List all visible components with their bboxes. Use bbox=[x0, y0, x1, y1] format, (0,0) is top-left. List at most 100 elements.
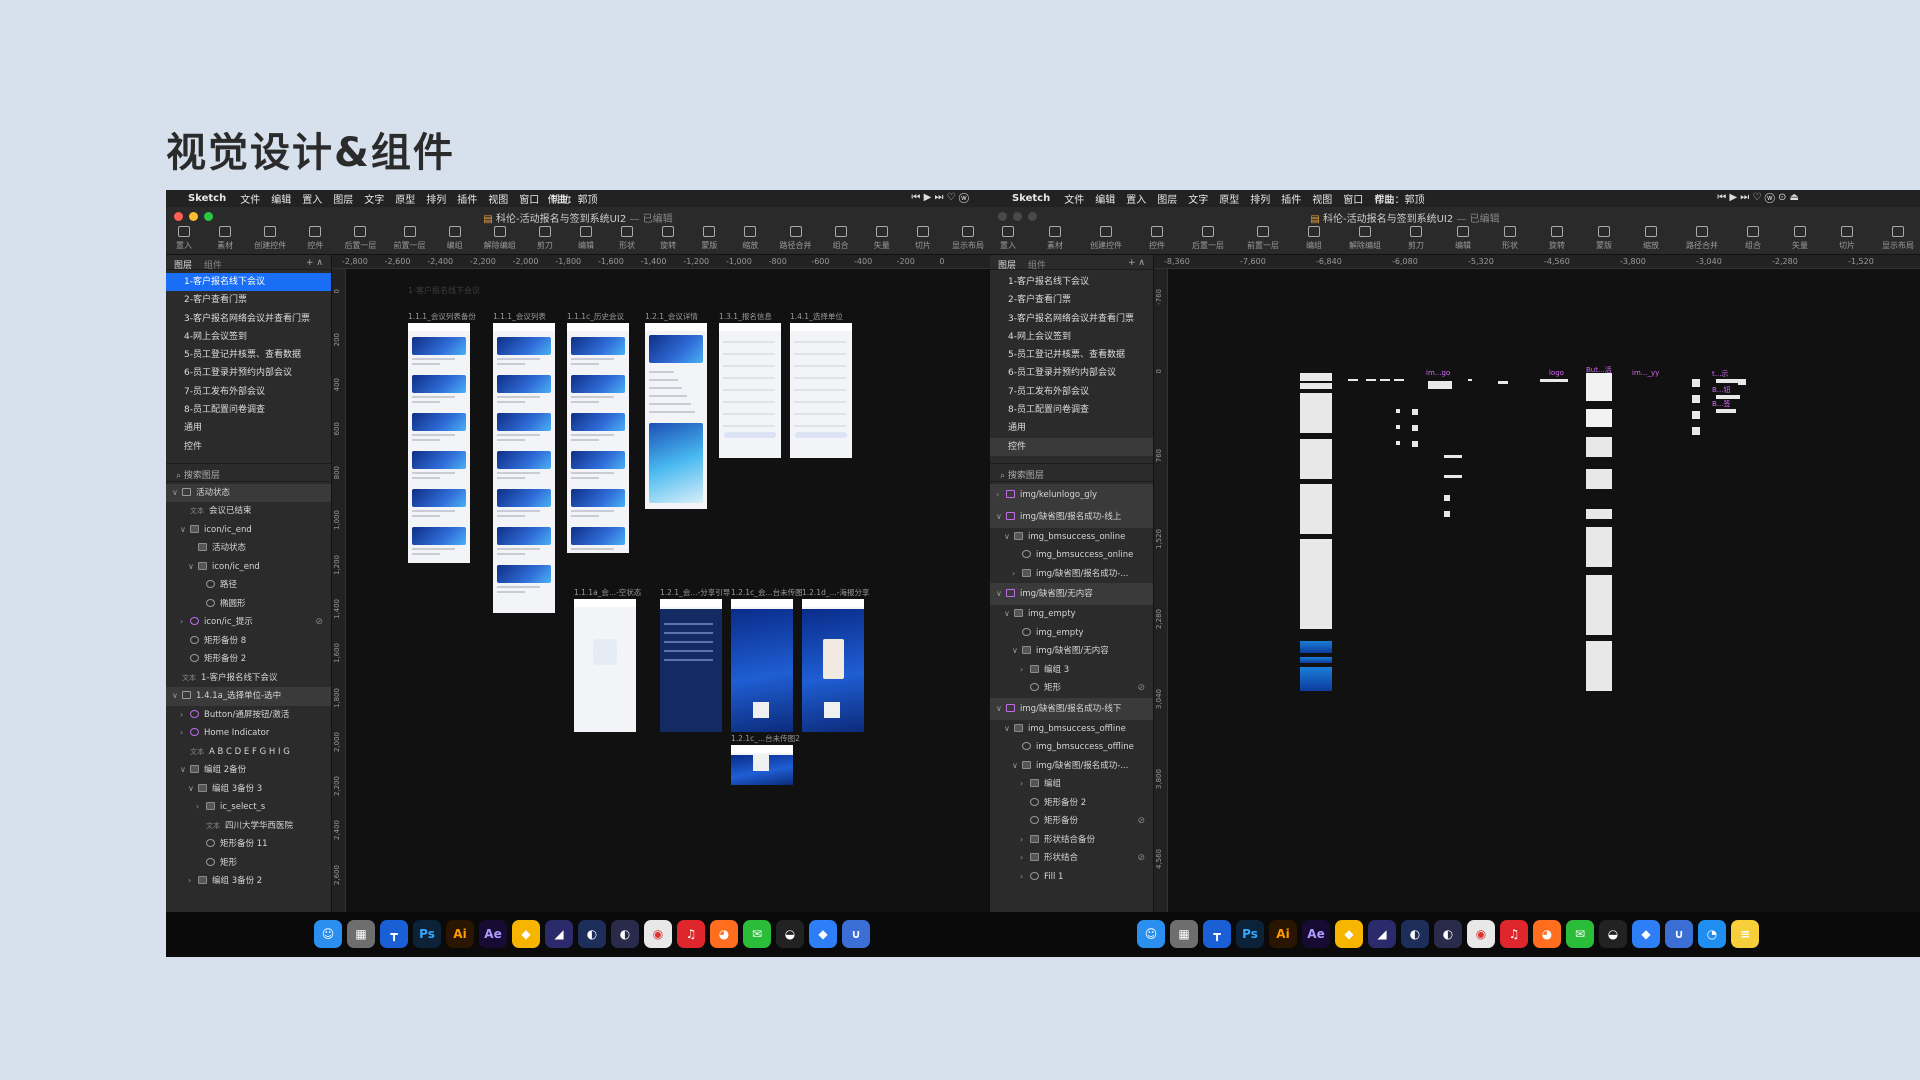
toolbar-tool[interactable]: 缩放 bbox=[1639, 226, 1663, 251]
disclosure-icon[interactable]: ∨ bbox=[1012, 757, 1022, 776]
netease-music-icon[interactable]: ♫ bbox=[1500, 920, 1528, 948]
canvas[interactable]: 1-客户报名线下会议 1.1.1_会议列表备份 1.1.1_会议列表 1.1.1c_… bbox=[346, 269, 990, 957]
layer-row[interactable]: 活动状态 bbox=[166, 539, 331, 558]
toolbar-tool[interactable]: 路径合并 bbox=[780, 226, 812, 251]
menu-item[interactable]: 排列 bbox=[426, 195, 446, 206]
menu-app-name[interactable]: Sketch bbox=[1012, 193, 1050, 204]
disclosure-icon[interactable]: ∨ bbox=[1004, 720, 1014, 739]
menu-item[interactable]: 原型 bbox=[395, 195, 415, 206]
component-thumbnail[interactable] bbox=[1412, 409, 1418, 415]
notes-icon[interactable]: ≡ bbox=[1731, 920, 1759, 948]
layer-row[interactable]: › 形状结合备份 bbox=[990, 831, 1153, 850]
menu-item[interactable]: 窗口 bbox=[519, 195, 539, 206]
after-effects-icon[interactable]: Ae bbox=[1302, 920, 1330, 948]
menu-item[interactable]: 视图 bbox=[1312, 195, 1332, 206]
cinema4d-icon[interactable]: ◐ bbox=[1401, 920, 1429, 948]
toolbar-tool[interactable]: 路径合并 bbox=[1686, 226, 1718, 251]
toolbar-tool[interactable]: 矢量 bbox=[1788, 226, 1812, 251]
disclosure-icon[interactable]: › bbox=[188, 872, 198, 891]
disclosure-icon[interactable]: › bbox=[996, 484, 1006, 506]
component-thumbnail[interactable] bbox=[1586, 437, 1612, 457]
component-thumbnail[interactable] bbox=[1586, 575, 1612, 635]
page-item[interactable]: 1-客户报名线下会议 bbox=[166, 273, 331, 292]
component-thumbnail[interactable] bbox=[1692, 427, 1700, 435]
hidden-eye-icon[interactable]: ⊘ bbox=[1137, 849, 1145, 868]
magnet-icon[interactable]: ∪ bbox=[842, 920, 870, 948]
page-item[interactable]: 2-客户查看门票 bbox=[990, 291, 1153, 309]
layer-row[interactable]: 文本 四川大学华西医院 bbox=[166, 817, 331, 836]
toolbar-tool[interactable]: 切片 bbox=[1835, 226, 1859, 251]
component-thumbnail[interactable] bbox=[1300, 641, 1332, 653]
layer-row[interactable]: img_empty bbox=[990, 624, 1153, 643]
layer-row[interactable]: › icon/ic_提示 ⊘ bbox=[166, 613, 331, 632]
disclosure-icon[interactable]: ∨ bbox=[188, 780, 198, 799]
page-item[interactable]: 7-员工发布外部会议 bbox=[166, 383, 331, 401]
toolbar-tool[interactable]: 解除编组 bbox=[1349, 226, 1381, 251]
toolbar-tool[interactable]: 组合 bbox=[1741, 226, 1765, 251]
artboard[interactable]: 1.2.1_会...-分享引导 bbox=[660, 588, 730, 732]
canvas[interactable]: im...go logo But...活 im..._yy t...示 B...钮 B...… bbox=[1168, 269, 1920, 957]
component-thumbnail[interactable] bbox=[1412, 425, 1418, 431]
component-thumbnail[interactable] bbox=[1300, 484, 1332, 534]
disclosure-icon[interactable]: ∨ bbox=[180, 761, 190, 780]
layer-row[interactable]: ∨ icon/ic_end bbox=[166, 558, 331, 577]
artboard[interactable]: 1.1.1_会议列表备份 bbox=[408, 312, 476, 563]
layer-row[interactable]: ∨ img_bmsuccess_offline bbox=[990, 720, 1153, 739]
layer-row[interactable]: 矩形备份 11 bbox=[166, 835, 331, 854]
component-thumbnail[interactable] bbox=[1428, 381, 1452, 389]
component-thumbnail[interactable] bbox=[1300, 383, 1332, 389]
layer-row[interactable]: 文本 A B C D E F G H I G bbox=[166, 743, 331, 762]
menu-item[interactable]: 帮助 bbox=[550, 195, 570, 206]
component-thumbnail[interactable] bbox=[1586, 469, 1612, 489]
component-thumbnail[interactable] bbox=[1716, 409, 1736, 413]
quicktime-icon[interactable]: ◔ bbox=[1698, 920, 1726, 948]
add-page-icon[interactable]: + ∧ bbox=[306, 258, 323, 268]
layer-row[interactable]: › img/kelunlogo_gly bbox=[990, 483, 1153, 506]
page-item[interactable]: 4-网上会议签到 bbox=[166, 328, 331, 346]
menu-item[interactable]: 文字 bbox=[1188, 195, 1208, 206]
disclosure-icon[interactable]: › bbox=[196, 798, 206, 817]
layer-row[interactable]: › Button/通屏按钮/激活 bbox=[166, 706, 331, 725]
layer-row[interactable]: ∨ icon/ic_end bbox=[166, 521, 331, 540]
page-item[interactable]: 控件 bbox=[990, 437, 1153, 456]
layer-search[interactable]: ⌕ 搜索图层 bbox=[990, 462, 1153, 482]
disclosure-icon[interactable]: › bbox=[1020, 775, 1030, 794]
page-item[interactable]: 通用 bbox=[990, 419, 1153, 437]
menu-item[interactable]: 插件 bbox=[457, 195, 477, 206]
component-thumbnail[interactable] bbox=[1692, 395, 1700, 403]
disclosure-icon[interactable]: › bbox=[1020, 849, 1030, 868]
layer-row[interactable]: 文本 会议已结束 bbox=[166, 502, 331, 521]
menu-item[interactable]: 窗口 bbox=[1343, 195, 1363, 206]
toolbar-tool[interactable]: 旋转 bbox=[1545, 226, 1569, 251]
layer-row[interactable]: ∨ img/缺省图/报名成功-线下 bbox=[990, 697, 1153, 720]
page-item[interactable]: 4-网上会议签到 bbox=[990, 328, 1153, 346]
artboard[interactable]: 1.1.1c_历史会议 bbox=[567, 312, 629, 553]
menu-item[interactable]: 排列 bbox=[1250, 195, 1270, 206]
component-thumbnail[interactable] bbox=[1300, 539, 1332, 589]
finder-icon[interactable]: ☺ bbox=[1137, 920, 1165, 948]
toolbar-tool[interactable]: 素材 bbox=[1043, 226, 1067, 251]
menu-item[interactable]: 编辑 bbox=[271, 195, 291, 206]
artboard[interactable]: 1.1.1a_会...-空状态 bbox=[574, 588, 641, 732]
layer-row[interactable]: 矩形 ⊘ bbox=[990, 679, 1153, 698]
disclosure-icon[interactable]: ∨ bbox=[180, 521, 190, 540]
axure-icon[interactable]: ◢ bbox=[545, 920, 573, 948]
toolbar-tool[interactable]: 显示布局 bbox=[952, 226, 984, 251]
toolbar-tool[interactable]: 组合 bbox=[829, 226, 853, 251]
toolbar-tool[interactable]: 形状 bbox=[615, 226, 639, 251]
component-thumbnail[interactable] bbox=[1300, 393, 1332, 433]
menu-item[interactable]: 图层 bbox=[333, 195, 353, 206]
component-thumbnail[interactable] bbox=[1586, 409, 1612, 427]
component-thumbnail[interactable] bbox=[1348, 379, 1358, 381]
component-thumbnail[interactable] bbox=[1300, 589, 1332, 629]
toolbar-tool[interactable]: 创建控件 bbox=[254, 226, 286, 251]
qq-icon[interactable]: ◒ bbox=[1599, 920, 1627, 948]
toolbar-tool[interactable]: 编组 bbox=[1302, 226, 1326, 251]
lanhu-icon[interactable]: ◆ bbox=[1632, 920, 1660, 948]
menu-item[interactable]: 图层 bbox=[1157, 195, 1177, 206]
layer-row[interactable]: › 编组 bbox=[990, 775, 1153, 794]
menubar-status-icons[interactable]: ⏮ ▶ ⏭ ♡ ⓦ ⊙ ⏏ bbox=[1717, 192, 1799, 203]
component-thumbnail[interactable] bbox=[1444, 475, 1462, 478]
firefox-icon[interactable]: ◕ bbox=[710, 920, 738, 948]
menu-item[interactable]: 视图 bbox=[488, 195, 508, 206]
